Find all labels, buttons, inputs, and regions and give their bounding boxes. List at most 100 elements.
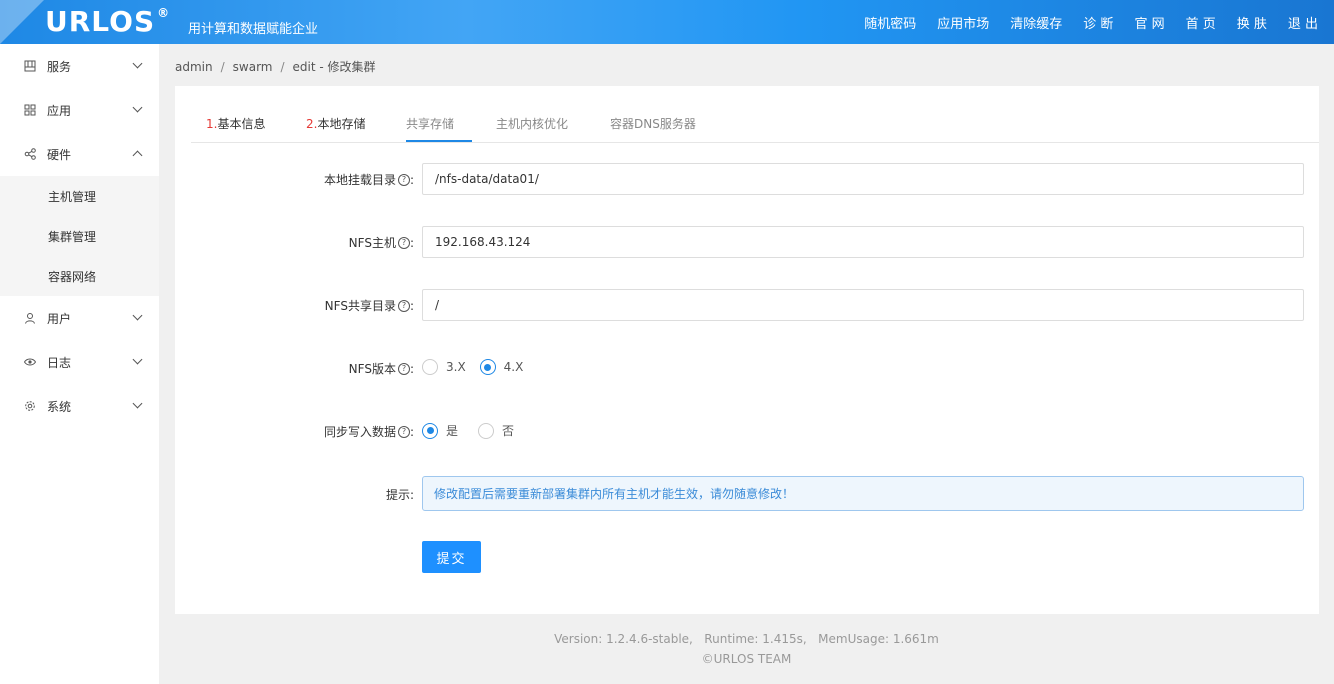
nfs-dir-input[interactable]	[422, 289, 1304, 321]
sidebar-item-label: 服务	[47, 59, 72, 74]
nav-clear-cache[interactable]: 清除缓存	[1010, 13, 1062, 32]
breadcrumb-separator: /	[280, 60, 285, 74]
sync-write-yes-radio[interactable]: 是	[422, 422, 458, 439]
nfs-version-label: NFS版本?:	[348, 361, 414, 377]
sidebar-item-logs[interactable]: 日志	[0, 340, 159, 384]
sidebar-item-host-management[interactable]: 主机管理	[0, 176, 159, 216]
active-tab-indicator	[406, 140, 472, 142]
chevron-down-icon	[132, 354, 143, 365]
tab-label: 共享存储	[406, 117, 455, 131]
radio-circle	[478, 422, 495, 439]
breadcrumb-swarm[interactable]: swarm	[233, 60, 273, 74]
nav-diagnose[interactable]: 诊 断	[1083, 13, 1113, 32]
tip-label: 提示:	[385, 487, 414, 503]
sidebar-item-services[interactable]: 服务	[0, 44, 159, 88]
top-header: URLOS ® 用计算和数据赋能企业 随机密码 应用市场 清除缓存 诊 断 官 网…	[0, 0, 1334, 44]
breadcrumb-separator: /	[220, 60, 225, 74]
chevron-down-icon	[132, 310, 143, 321]
grid-box-icon	[24, 60, 36, 72]
tab-label: 本地存储	[317, 117, 366, 131]
nav-logout[interactable]: 退 出	[1288, 13, 1318, 32]
breadcrumb-current: edit - 修改集群	[292, 60, 376, 74]
sidebar-item-container-network[interactable]: 容器网络	[0, 256, 159, 296]
slogan: 用计算和数据赋能企业	[188, 22, 319, 37]
radio-label: 3.X	[446, 360, 466, 374]
sidebar-item-hardware[interactable]: 硬件	[0, 132, 159, 176]
sidebar-item-label: 用户	[47, 311, 72, 326]
tab-bar: 1.基本信息 2.本地存储 共享存储 主机内核优化 容器DNS服务器	[191, 86, 1319, 143]
nfs-version-radio-group: 3.X 4.X	[422, 359, 537, 375]
local-mount-input[interactable]	[422, 163, 1304, 195]
tab-dns-server[interactable]: 容器DNS服务器	[610, 115, 696, 132]
eye-icon	[24, 356, 36, 368]
nav-home[interactable]: 首 页	[1186, 13, 1216, 32]
nfs-version-4x-radio[interactable]: 4.X	[479, 359, 524, 375]
nfs-version-3x-radio[interactable]: 3.X	[422, 359, 466, 375]
gear-icon	[24, 400, 36, 412]
tab-basic-info[interactable]: 1.基本信息	[206, 115, 265, 132]
field-label-text: NFS版本	[348, 362, 396, 376]
radio-label: 4.X	[503, 360, 524, 374]
field-label-text: NFS共享目录	[324, 299, 396, 313]
local-mount-label: 本地挂载目录?:	[323, 172, 414, 188]
breadcrumb-admin[interactable]: admin	[175, 60, 213, 74]
radio-circle	[422, 359, 438, 375]
edit-cluster-card: 1.基本信息 2.本地存储 共享存储 主机内核优化 容器DNS服务器 本地挂载目…	[175, 86, 1319, 614]
help-icon[interactable]: ?	[397, 236, 410, 249]
field-label-text: 提示	[385, 488, 410, 502]
nav-change-skin[interactable]: 换 肤	[1237, 13, 1267, 32]
help-icon[interactable]: ?	[397, 362, 410, 375]
sync-write-no-radio[interactable]: 否	[478, 422, 514, 439]
field-label-text: 同步写入数据	[323, 425, 396, 439]
sidebar-item-users[interactable]: 用户	[0, 296, 159, 340]
sidebar-item-label: 硬件	[47, 147, 72, 162]
tab-number: 2.	[306, 117, 318, 131]
top-nav: 随机密码 应用市场 清除缓存 诊 断 官 网 首 页 换 肤 退 出	[843, 0, 1318, 44]
tab-label: 主机内核优化	[496, 117, 569, 131]
nav-official-site[interactable]: 官 网	[1134, 13, 1164, 32]
logo-text: URLOS	[45, 5, 156, 38]
sidebar-item-apps[interactable]: 应用	[0, 88, 159, 132]
chevron-down-icon	[132, 102, 143, 113]
footer-version: Version: 1.2.4.6-stable, Runtime: 1.415s…	[554, 632, 939, 646]
chevron-down-icon	[132, 398, 143, 409]
logo-decoration	[0, 0, 44, 44]
hardware-submenu: 主机管理 集群管理 容器网络	[0, 176, 159, 296]
radio-label: 是	[446, 424, 459, 438]
tab-shared-storage[interactable]: 共享存储	[406, 115, 454, 132]
tab-local-storage[interactable]: 2.本地存储	[306, 115, 365, 132]
help-icon[interactable]: ?	[397, 425, 410, 438]
radio-circle-selected	[479, 359, 496, 375]
chevron-down-icon	[132, 58, 143, 69]
user-icon	[24, 312, 36, 324]
nav-app-market[interactable]: 应用市场	[937, 13, 989, 32]
breadcrumb: admin / swarm / edit - 修改集群	[175, 58, 376, 75]
tab-label: 容器DNS服务器	[610, 117, 696, 131]
submit-button[interactable]: 提交	[422, 541, 481, 573]
sync-write-label: 同步写入数据?:	[323, 424, 414, 440]
tab-kernel-optimization[interactable]: 主机内核优化	[496, 115, 568, 132]
chevron-up-icon	[132, 150, 143, 161]
nfs-dir-label: NFS共享目录?:	[324, 298, 414, 314]
footer-copyright: ©URLOS TEAM	[701, 652, 792, 666]
sidebar-item-label: 日志	[47, 355, 72, 370]
sidebar: 服务 应用 硬件 主机管理 集群管理 容器网络 用户 日志 系统	[0, 44, 159, 684]
sidebar-item-cluster-management[interactable]: 集群管理	[0, 216, 159, 256]
nfs-host-input[interactable]	[422, 226, 1304, 258]
radio-label: 否	[502, 424, 515, 438]
tip-notice: 修改配置后需要重新部署集群内所有主机才能生效，请勿随意修改！	[422, 476, 1304, 511]
tab-number: 1.	[206, 117, 218, 131]
help-icon[interactable]: ?	[397, 173, 410, 186]
logo[interactable]: URLOS ®	[45, 5, 170, 38]
radio-circle-selected	[422, 422, 438, 439]
logo-registered-mark: ®	[157, 5, 171, 20]
help-icon[interactable]: ?	[397, 299, 410, 312]
nfs-host-label: NFS主机?:	[348, 235, 414, 251]
sidebar-item-system[interactable]: 系统	[0, 384, 159, 428]
field-label-text: NFS主机	[348, 236, 396, 250]
apps-icon	[24, 104, 36, 116]
nav-random-password[interactable]: 随机密码	[864, 13, 916, 32]
field-label-text: 本地挂载目录	[323, 173, 396, 187]
share-nodes-icon	[24, 148, 36, 160]
tab-label: 基本信息	[217, 117, 266, 131]
